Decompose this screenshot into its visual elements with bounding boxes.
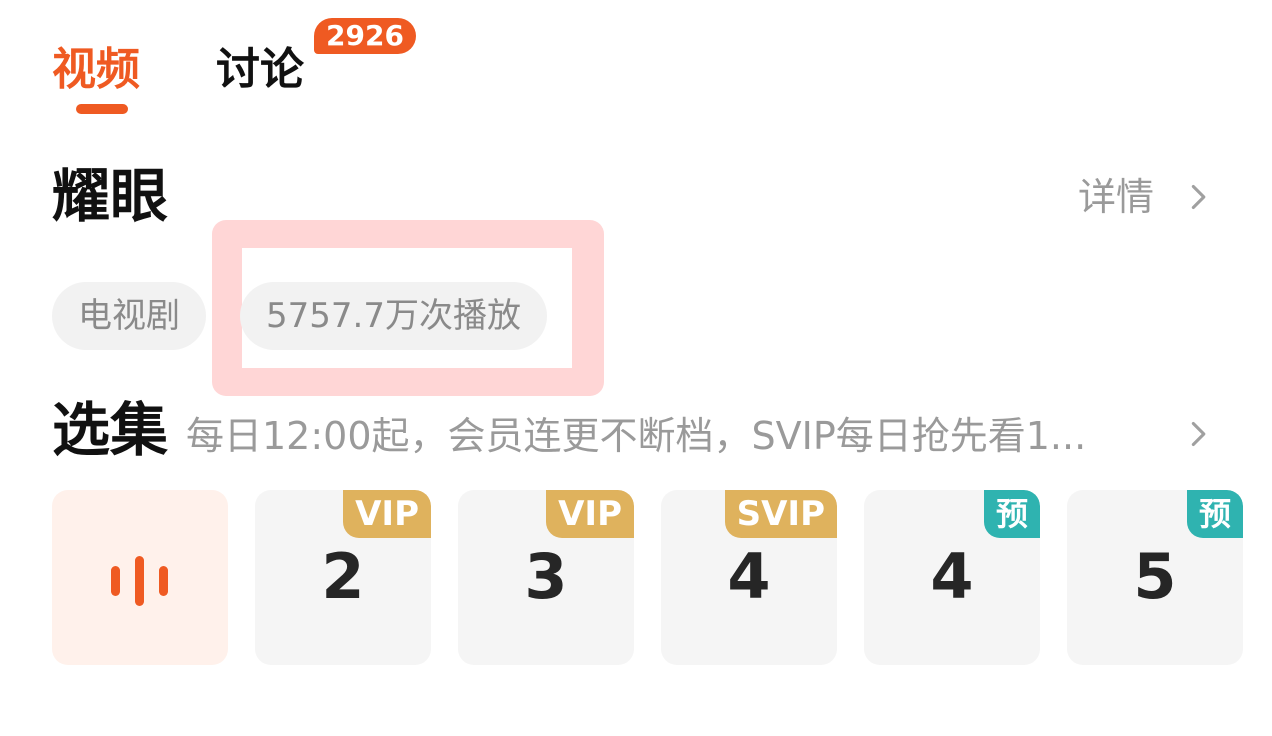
vip-badge: VIP [546,490,634,538]
discuss-count-badge: 2926 [314,18,416,54]
vip-badge: VIP [343,490,431,538]
episode-tile[interactable]: SVIP 4 [661,490,837,665]
episode-number: 2 [321,540,365,613]
details-label: 详情 [1077,175,1154,219]
episode-number: 5 [1133,540,1177,613]
episode-tile-current[interactable] [52,490,228,665]
show-title: 耀眼 [52,162,169,230]
tab-discuss[interactable]: 讨论 [216,42,304,98]
episodes-title: 选集 [52,396,169,464]
genre-tag: 电视剧 [52,282,206,350]
tab-bar: 视频 讨论 2926 [52,18,452,126]
details-link[interactable]: 详情 [1078,172,1212,222]
preview-badge: 预 [983,490,1040,538]
episode-list: VIP 2 VIP 3 SVIP 4 预 4 预 5 [52,490,1272,665]
episode-tile[interactable]: VIP 3 [458,490,634,665]
svip-badge: SVIP [724,490,837,538]
episode-number: 4 [930,540,974,613]
chevron-right-icon[interactable] [1184,420,1212,448]
episode-number: 4 [727,540,771,613]
active-tab-indicator [76,104,128,114]
episode-tile[interactable]: VIP 2 [255,490,431,665]
episode-tile[interactable]: 预 5 [1067,490,1243,665]
episode-number: 3 [524,540,568,613]
play-count-tag: 5757.7万次播放 [240,282,547,350]
chevron-right-icon [1191,184,1206,210]
audio-bars-icon [111,556,168,606]
episodes-schedule-text: 每日12:00起，会员连更不断档，SVIP每日抢先看1... [186,414,1087,458]
episode-tile[interactable]: 预 4 [864,490,1040,665]
tab-video[interactable]: 视频 [52,42,140,98]
preview-badge: 预 [1186,490,1243,538]
